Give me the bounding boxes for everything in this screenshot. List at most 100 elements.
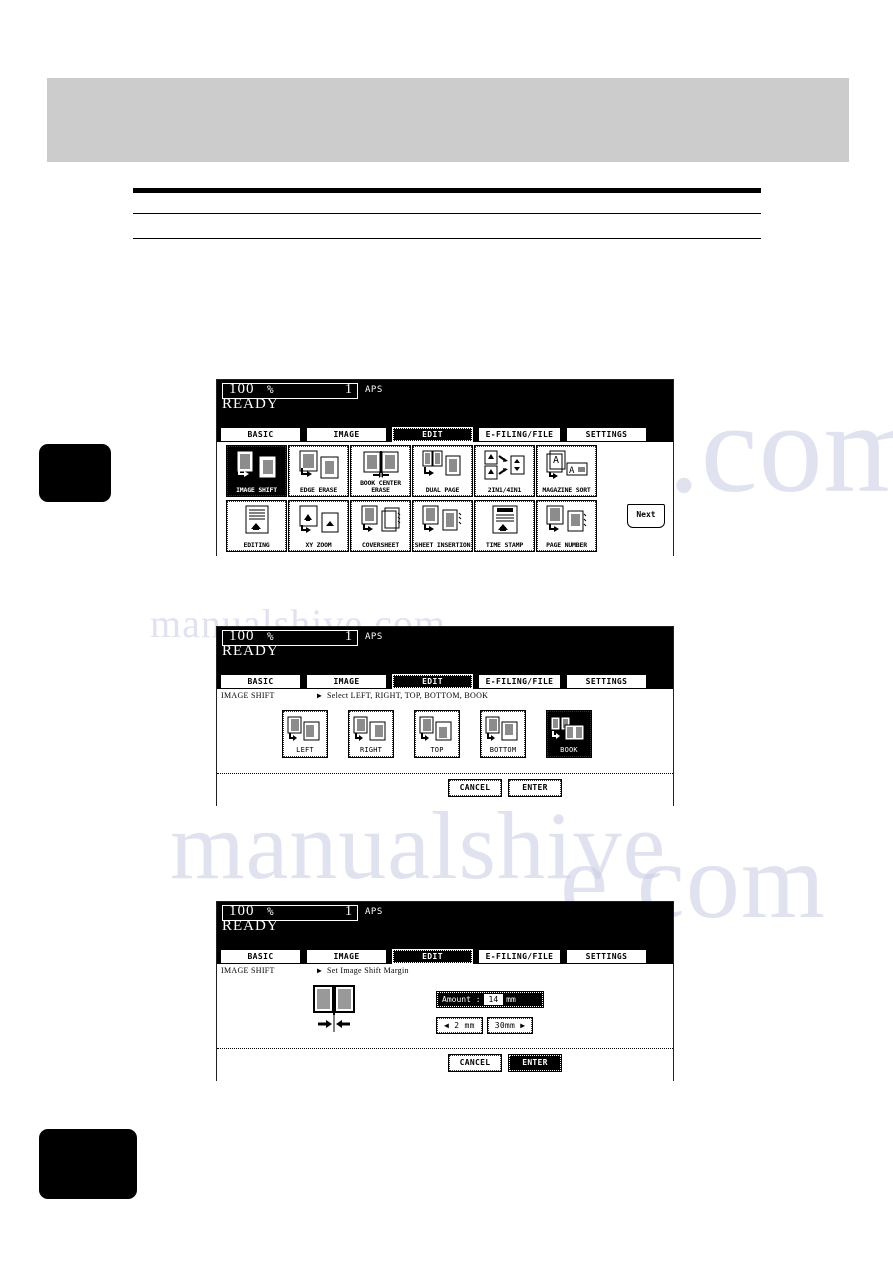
function-button-image-shift[interactable]: IMAGE SHIFT (226, 445, 287, 497)
watermark-text: manualshive (170, 792, 667, 899)
function-label: MAGAZINE SORT (542, 486, 591, 494)
margin-amount-unit: mm (506, 995, 516, 1004)
image-shift-icon (228, 447, 285, 481)
enter-button[interactable]: ENTER (508, 1054, 562, 1072)
function-button-editing[interactable]: EDITING (226, 500, 287, 552)
function-button-page-number[interactable]: PAGE NUMBER (536, 500, 597, 552)
percent-symbol: % (267, 630, 274, 643)
margin-stepper-row: ◀ 2 mm 30mm ▶ (436, 1017, 534, 1034)
tab-edit[interactable]: EDIT (392, 674, 473, 689)
machine-state-label: READY (222, 918, 279, 934)
function-button-xy-zoom[interactable]: XY ZOOM (288, 500, 349, 552)
enter-button[interactable]: ENTER (508, 779, 562, 797)
page-number-icon (538, 502, 595, 536)
section-rule-heavy (133, 188, 761, 193)
editing-icon (228, 502, 285, 536)
tab-edit[interactable]: EDIT (392, 427, 473, 442)
function-button-2in1-4in1[interactable]: 2IN1/4IN1 (474, 445, 535, 497)
function-button-dual-page[interactable]: DUAL PAGE (412, 445, 473, 497)
shift-bottom-icon (482, 712, 524, 746)
lcd-panel-edit-menu: 100 % 1 APS READY BASIC IMAGE EDIT E-FIL… (216, 379, 674, 556)
sheet-insertion-icon (414, 502, 471, 536)
function-label: PAGE NUMBER (546, 541, 587, 549)
page-side-tab-top (39, 444, 111, 502)
breadcrumb-arrow-icon: ▶ (317, 966, 322, 975)
function-label: DUAL PAGE (425, 486, 460, 494)
option-button-top[interactable]: TOP (414, 710, 460, 758)
option-label: LEFT (296, 746, 314, 754)
panel-body: IMAGE SHIFT ▶ Set Image Shift Margin Amo… (217, 964, 673, 1081)
page-side-tab-bottom (39, 1129, 137, 1199)
shift-left-icon (284, 712, 326, 746)
function-button-magazine-sort[interactable]: A A MAGAZINE SORT (536, 445, 597, 497)
function-button-grid: IMAGE SHIFT EDGE ERASE BOOK CENTER ERASE… (226, 445, 597, 552)
tab-efiling-file[interactable]: E-FILING/FILE (478, 674, 561, 689)
paper-mode-label: APS (365, 632, 383, 642)
svg-text:A: A (553, 455, 559, 466)
shift-right-icon (350, 712, 392, 746)
option-button-book[interactable]: BOOK (546, 710, 592, 758)
tab-edit[interactable]: EDIT (392, 949, 473, 964)
panel-body: IMAGE SHIFT EDGE ERASE BOOK CENTER ERASE… (217, 442, 673, 556)
instruction-text: Select LEFT, RIGHT, TOP, BOTTOM, BOOK (327, 691, 489, 700)
footer-buttons: CANCEL ENTER (448, 1054, 562, 1072)
tab-basic[interactable]: BASIC (220, 427, 301, 442)
option-button-bottom[interactable]: BOTTOM (480, 710, 526, 758)
panel-body: IMAGE SHIFT ▶ Select LEFT, RIGHT, TOP, B… (217, 689, 673, 806)
function-button-coversheet[interactable]: COVERSHEET (350, 500, 411, 552)
status-bar: 100 % 1 APS READY (217, 902, 673, 949)
breadcrumb: IMAGE SHIFT (221, 691, 275, 700)
magazine-sort-icon: A A (538, 447, 595, 481)
book-center-erase-icon (352, 447, 409, 481)
tab-efiling-file[interactable]: E-FILING/FILE (478, 427, 561, 442)
cancel-button[interactable]: CANCEL (448, 1054, 502, 1072)
option-label: TOP (430, 746, 444, 754)
function-label: TIME STAMP (485, 541, 524, 549)
option-button-left[interactable]: LEFT (282, 710, 328, 758)
tab-settings[interactable]: SETTINGS (566, 949, 647, 964)
page-header-band (47, 78, 849, 162)
paper-mode-label: APS (365, 385, 383, 395)
machine-state-label: READY (222, 396, 279, 412)
tab-bar: BASIC IMAGE EDIT E-FILING/FILE SETTINGS (217, 674, 673, 689)
paper-mode-label: APS (365, 907, 383, 917)
next-page-button[interactable]: Next (627, 504, 665, 528)
tab-image[interactable]: IMAGE (306, 427, 387, 442)
breadcrumb: IMAGE SHIFT (221, 966, 275, 975)
function-label: BOOK CENTER ERASE (360, 479, 401, 494)
tab-settings[interactable]: SETTINGS (566, 427, 647, 442)
tab-image[interactable]: IMAGE (306, 674, 387, 689)
function-button-edge-erase[interactable]: EDGE ERASE (288, 445, 349, 497)
tab-basic[interactable]: BASIC (220, 674, 301, 689)
tab-settings[interactable]: SETTINGS (566, 674, 647, 689)
tab-bar: BASIC IMAGE EDIT E-FILING/FILE SETTINGS (217, 427, 673, 442)
panel-footer: CANCEL ENTER (217, 773, 673, 806)
decrease-margin-button[interactable]: ◀ 2 mm (436, 1017, 483, 1034)
status-bar: 100 % 1 APS READY (217, 380, 673, 427)
tab-bar: BASIC IMAGE EDIT E-FILING/FILE SETTINGS (217, 949, 673, 964)
status-bar: 100 % 1 APS READY (217, 627, 673, 674)
time-stamp-icon (476, 502, 533, 536)
increase-margin-button[interactable]: 30mm ▶ (486, 1017, 534, 1034)
2in1-4in1-icon (476, 447, 533, 481)
tab-image[interactable]: IMAGE (306, 949, 387, 964)
percent-symbol: % (267, 905, 274, 918)
lcd-panel-image-shift-direction: 100 % 1 APS READY BASIC IMAGE EDIT E-FIL… (216, 626, 674, 806)
function-label: XY ZOOM (305, 541, 332, 549)
machine-state-label: READY (222, 643, 279, 659)
copy-count-value: 1 (345, 629, 352, 644)
tab-basic[interactable]: BASIC (220, 949, 301, 964)
lcd-panel-image-shift-margin: 100 % 1 APS READY BASIC IMAGE EDIT E-FIL… (216, 901, 674, 1081)
tab-efiling-file[interactable]: E-FILING/FILE (478, 949, 561, 964)
function-button-sheet-insertion[interactable]: SHEET INSERTION (412, 500, 473, 552)
cancel-button[interactable]: CANCEL (448, 779, 502, 797)
percent-symbol: % (267, 383, 274, 396)
function-button-book-center-erase[interactable]: BOOK CENTER ERASE (350, 445, 411, 497)
panel-footer: CANCEL ENTER (217, 1048, 673, 1081)
function-button-time-stamp[interactable]: TIME STAMP (474, 500, 535, 552)
option-label: BOTTOM (489, 746, 517, 754)
copy-count-value: 1 (345, 382, 352, 397)
option-label: BOOK (560, 746, 578, 754)
margin-amount-label: Amount : (442, 995, 481, 1004)
option-button-right[interactable]: RIGHT (348, 710, 394, 758)
